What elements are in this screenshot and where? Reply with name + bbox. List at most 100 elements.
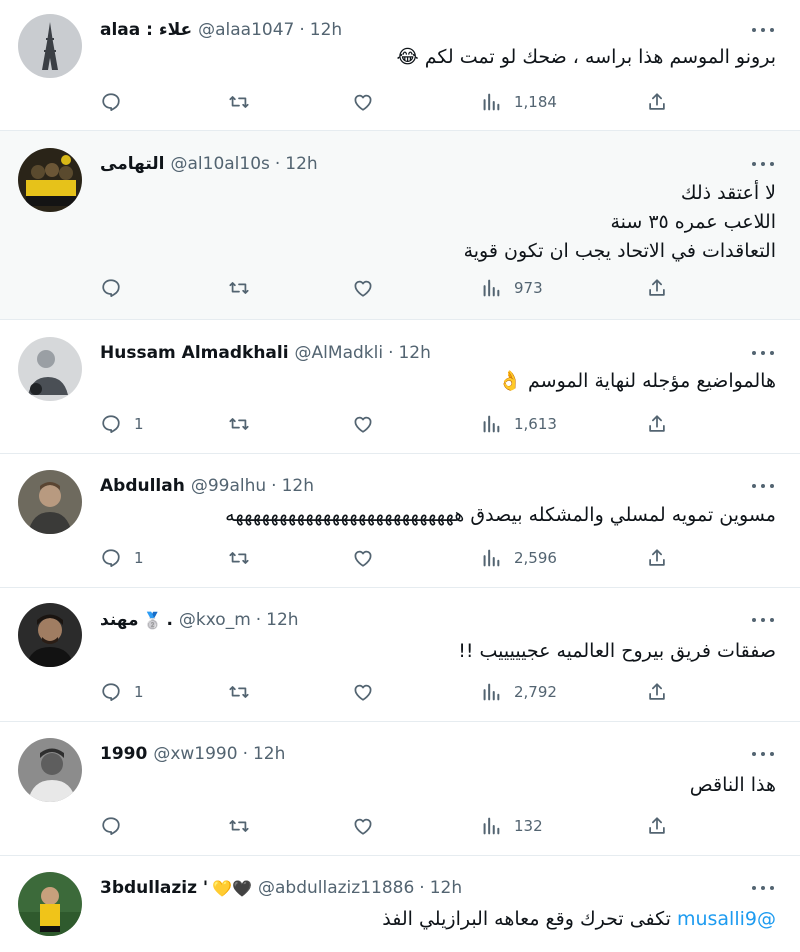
- avatar[interactable]: [18, 603, 82, 667]
- display-name[interactable]: Abdullah: [100, 476, 185, 496]
- tweet-text: برونو الموسم هذا براسه ، ضحك لو تمت لكم …: [100, 44, 776, 71]
- tweet-header: مهند 🥈 . @kxo_m · 12h: [100, 607, 299, 633]
- separator-dot: ·: [419, 878, 425, 898]
- tweet[interactable]: 3bdullaziz ' 💛🖤 @abdullaziz11886 · 12h @…: [0, 856, 800, 952]
- reply-icon: [102, 279, 120, 298]
- reply-button[interactable]: [100, 812, 134, 840]
- reply-button[interactable]: 1: [100, 678, 144, 706]
- handle[interactable]: @al10al10s: [170, 154, 269, 174]
- separator-dot: ·: [274, 154, 281, 174]
- more-icon[interactable]: [752, 349, 774, 357]
- display-name[interactable]: مهند: [100, 610, 139, 630]
- avatar[interactable]: [18, 14, 82, 78]
- handle[interactable]: @alaa1047: [198, 20, 294, 40]
- avatar[interactable]: [18, 738, 82, 802]
- timestamp[interactable]: 12h: [266, 610, 298, 630]
- retweet-button[interactable]: [228, 812, 250, 840]
- handle[interactable]: @kxo_m: [179, 610, 251, 630]
- share-button[interactable]: [646, 812, 668, 840]
- share-button[interactable]: [646, 410, 668, 438]
- tweet[interactable]: مهند 🥈 . @kxo_m · 12h صفقات فريق بيروح ا…: [0, 588, 800, 722]
- retweet-icon: [229, 96, 249, 108]
- reply-button[interactable]: 1: [100, 410, 144, 438]
- like-icon: [354, 818, 372, 835]
- mention-link[interactable]: @musalli9: [677, 908, 776, 930]
- like-icon: [354, 94, 372, 111]
- timestamp[interactable]: 12h: [285, 154, 317, 174]
- views-button[interactable]: 132: [480, 812, 543, 840]
- retweet-icon: [229, 552, 249, 564]
- retweet-button[interactable]: [228, 274, 250, 302]
- reply-count: 1: [134, 683, 144, 701]
- tweet[interactable]: Abdullah @99alhu · 12h مسوين تمويه لمسلي…: [0, 454, 800, 588]
- reply-button[interactable]: 1: [100, 544, 144, 572]
- display-name[interactable]: التهامى: [100, 154, 164, 174]
- share-icon: [649, 683, 665, 700]
- tweet[interactable]: Hussam Almadkhali @AlMadkli · 12h هالموا…: [0, 320, 800, 454]
- retweet-icon: [229, 418, 249, 430]
- like-button[interactable]: [352, 410, 374, 438]
- tweet[interactable]: alaa : علاء @alaa1047 · 12h برونو الموسم…: [0, 0, 800, 131]
- tweet-header: alaa : علاء @alaa1047 · 12h: [100, 17, 342, 43]
- more-icon[interactable]: [752, 884, 774, 892]
- share-button[interactable]: [646, 544, 668, 572]
- views-button[interactable]: 973: [480, 274, 543, 302]
- handle[interactable]: @99alhu: [191, 476, 266, 496]
- timestamp[interactable]: 12h: [398, 343, 430, 363]
- share-button[interactable]: [646, 678, 668, 706]
- display-name[interactable]: Hussam Almadkhali: [100, 343, 289, 363]
- more-icon[interactable]: [752, 616, 774, 624]
- tweet[interactable]: التهامى @al10al10s · 12h لا أعتقد ذلك ال…: [0, 131, 800, 320]
- timestamp[interactable]: 12h: [430, 878, 462, 898]
- handle[interactable]: @AlMadkli: [295, 343, 384, 363]
- display-name[interactable]: alaa : علاء: [100, 20, 192, 40]
- share-button[interactable]: [646, 88, 668, 116]
- like-button[interactable]: [352, 678, 374, 706]
- views-icon: [483, 817, 500, 835]
- more-icon[interactable]: [752, 160, 774, 168]
- avatar[interactable]: [18, 872, 82, 936]
- more-icon[interactable]: [752, 482, 774, 490]
- timestamp[interactable]: 12h: [310, 20, 342, 40]
- retweet-button[interactable]: [228, 678, 250, 706]
- views-count: 2,792: [514, 683, 557, 701]
- handle[interactable]: @abdullaziz11886: [258, 878, 414, 898]
- views-button[interactable]: 1,613: [480, 410, 557, 438]
- views-button[interactable]: 2,792: [480, 678, 557, 706]
- tweet-line: صفقات فريق بيروح العالميه عجيييييب !!: [458, 640, 776, 662]
- more-icon[interactable]: [752, 750, 774, 758]
- retweet-button[interactable]: [228, 88, 250, 116]
- like-button[interactable]: [352, 88, 374, 116]
- separator-dot: ·: [388, 343, 394, 363]
- avatar[interactable]: [18, 337, 82, 401]
- handle[interactable]: @xw1990: [153, 744, 237, 764]
- avatar[interactable]: [18, 470, 82, 534]
- reply-button[interactable]: [100, 274, 134, 302]
- display-name[interactable]: 1990: [100, 744, 147, 764]
- like-button[interactable]: [352, 544, 374, 572]
- more-icon[interactable]: [752, 26, 774, 34]
- tweet-header: التهامى @al10al10s · 12h: [100, 151, 318, 177]
- views-button[interactable]: 2,596: [480, 544, 557, 572]
- timestamp[interactable]: 12h: [282, 476, 314, 496]
- display-name[interactable]: 3bdullaziz ': [100, 878, 208, 898]
- tweet-text: هالمواضيع مؤجله لنهاية الموسم 👌: [100, 368, 776, 395]
- share-button[interactable]: [646, 274, 668, 302]
- tweet-line-text: تكفى تحرك وقع معاهه البرازيلي الفذ: [382, 908, 671, 930]
- like-button[interactable]: [352, 274, 374, 302]
- views-icon: [483, 549, 500, 567]
- reply-button[interactable]: [100, 88, 134, 116]
- timestamp[interactable]: 12h: [253, 744, 285, 764]
- like-button[interactable]: [352, 812, 374, 840]
- retweet-icon: [229, 820, 249, 832]
- views-count: 132: [514, 817, 543, 835]
- display-name-suffix: .: [166, 610, 173, 630]
- avatar[interactable]: [18, 148, 82, 212]
- tweet[interactable]: 1990 @xw1990 · 12h هذا الناقص 132: [0, 722, 800, 856]
- views-button[interactable]: 1,184: [480, 88, 557, 116]
- tweet-line: التعاقدات في الاتحاد يجب ان تكون قوية: [463, 240, 776, 262]
- retweet-button[interactable]: [228, 544, 250, 572]
- retweet-button[interactable]: [228, 410, 250, 438]
- tweet-actions: 1 2,596: [100, 544, 680, 572]
- reply-icon: [102, 549, 120, 568]
